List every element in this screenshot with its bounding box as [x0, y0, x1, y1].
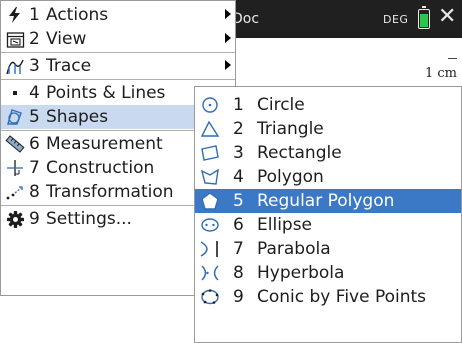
- hyperbola-icon: [199, 263, 221, 283]
- submenu-item-label: Polygon: [257, 167, 324, 187]
- menu-item-label: Construction: [46, 158, 155, 178]
- menu-item-view[interactable]: 2 View: [1, 27, 235, 51]
- menu-item-label: Transformation: [46, 182, 174, 202]
- submenu-item-number: 8: [233, 263, 244, 283]
- submenu-item-conic-five-points[interactable]: 9 Conic by Five Points: [195, 285, 461, 309]
- view-icon: [5, 29, 25, 49]
- scale-tick: [448, 58, 457, 59]
- shapes-icon: [5, 107, 25, 127]
- parabola-icon: [199, 239, 221, 259]
- regular-polygon-icon: [199, 191, 221, 211]
- submenu-item-number: 5: [233, 191, 244, 211]
- submenu-item-number: 6: [233, 215, 244, 235]
- shapes-submenu: 1 Circle 2 Triangle 3 Rectangle 4 Polygo…: [194, 86, 462, 343]
- submenu-item-label: Regular Polygon: [257, 191, 395, 211]
- submenu-item-label: Rectangle: [257, 143, 342, 163]
- submenu-item-number: 4: [233, 167, 244, 187]
- submenu-item-hyperbola[interactable]: 8 Hyperbola: [195, 261, 461, 285]
- submenu-arrow-icon: [225, 60, 231, 70]
- submenu-item-number: 1: [233, 95, 244, 115]
- submenu-item-label: Parabola: [257, 239, 331, 259]
- menu-item-label: Points & Lines: [46, 83, 166, 103]
- menu-item-trace[interactable]: 3 Trace: [1, 54, 235, 78]
- triangle-icon: [199, 119, 221, 139]
- submenu-item-label: Conic by Five Points: [257, 287, 427, 307]
- menu-item-number: 6: [29, 134, 40, 154]
- submenu-item-parabola[interactable]: 7 Parabola: [195, 237, 461, 261]
- menu-item-number: 9: [29, 209, 40, 229]
- submenu-item-polygon[interactable]: 4 Polygon: [195, 165, 461, 189]
- submenu-item-number: 2: [233, 119, 244, 139]
- close-icon[interactable]: ✕: [438, 6, 456, 28]
- transformation-icon: [5, 182, 25, 202]
- menu-item-number: 7: [29, 158, 40, 178]
- submenu-item-rectangle[interactable]: 3 Rectangle: [195, 141, 461, 165]
- menu-divider: [1, 79, 235, 80]
- angle-mode-indicator: DEG: [383, 13, 409, 26]
- submenu-item-number: 9: [233, 287, 244, 307]
- submenu-item-label: Ellipse: [257, 215, 313, 235]
- menu-item-number: 3: [29, 56, 40, 76]
- document-title: Doc: [232, 11, 260, 27]
- rectangle-icon: [199, 143, 221, 163]
- point-icon: [5, 83, 25, 103]
- submenu-arrow-icon: [225, 9, 231, 19]
- menu-item-number: 2: [29, 29, 40, 49]
- submenu-item-triangle[interactable]: 2 Triangle: [195, 117, 461, 141]
- submenu-item-regular-polygon[interactable]: 5 Regular Polygon: [195, 189, 461, 213]
- menu-item-label: Shapes: [46, 107, 109, 127]
- circle-icon: [199, 95, 221, 115]
- battery-icon: [418, 6, 430, 29]
- ruler-icon: [5, 134, 25, 154]
- menu-item-label: Trace: [46, 56, 92, 76]
- submenu-item-label: Circle: [257, 95, 305, 115]
- menu-item-label: View: [46, 29, 87, 49]
- submenu-item-ellipse[interactable]: 6 Ellipse: [195, 213, 461, 237]
- menu-item-number: 4: [29, 83, 40, 103]
- scale-label: 1 cm: [425, 66, 458, 81]
- polygon-icon: [199, 167, 221, 187]
- menu-item-label: Actions: [46, 5, 109, 25]
- submenu-item-label: Triangle: [257, 119, 324, 139]
- menu-item-label: Settings...: [46, 209, 132, 229]
- menu-item-number: 5: [29, 107, 40, 127]
- conic-icon: [199, 287, 221, 307]
- menu-item-number: 1: [29, 5, 40, 25]
- menu-item-label: Measurement: [46, 134, 163, 154]
- menu-item-number: 8: [29, 182, 40, 202]
- trace-icon: [5, 56, 25, 76]
- gear-icon: [5, 209, 25, 229]
- lightning-icon: [5, 5, 25, 25]
- menu-divider: [1, 52, 235, 53]
- menu-item-actions[interactable]: 1 Actions: [1, 3, 235, 27]
- construction-icon: [5, 158, 25, 178]
- submenu-item-circle[interactable]: 1 Circle: [195, 93, 461, 117]
- submenu-arrow-icon: [225, 33, 231, 43]
- battery-level: [420, 14, 428, 27]
- submenu-item-label: Hyperbola: [257, 263, 345, 283]
- submenu-item-number: 3: [233, 143, 244, 163]
- submenu-item-number: 7: [233, 239, 244, 259]
- ellipse-icon: [199, 215, 221, 235]
